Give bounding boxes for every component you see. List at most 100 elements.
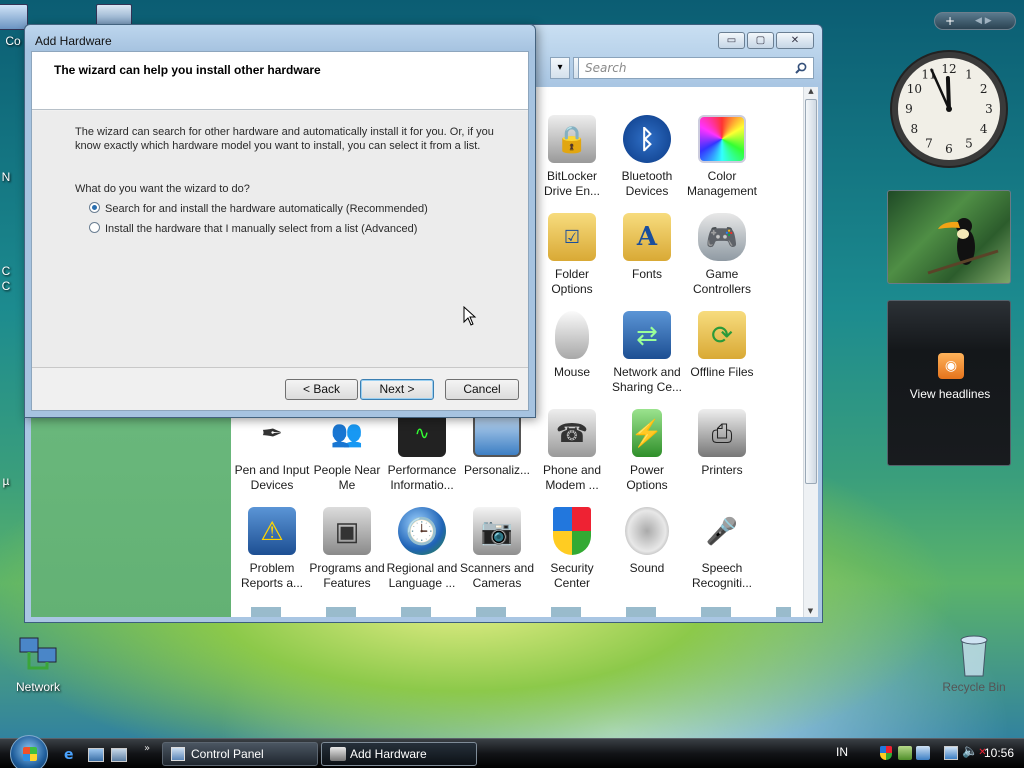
radio-button[interactable]	[89, 222, 100, 233]
view-headlines-link[interactable]: View headlines	[888, 387, 1012, 401]
network-tray-icon[interactable]	[944, 746, 958, 760]
mouse-icon	[555, 311, 589, 359]
cp-item-label: Mouse	[553, 365, 591, 379]
slideshow-gadget[interactable]	[887, 190, 1011, 284]
cp-item-label: Regional and Language ...	[386, 561, 458, 590]
taskbar-button-add-hardware[interactable]: Add Hardware	[321, 742, 477, 766]
address-dropdown-button[interactable]: ▾	[550, 57, 570, 79]
clock-number: 10	[907, 82, 922, 96]
feed-headlines-gadget[interactable]: ◉ View headlines	[887, 300, 1011, 466]
desktop-icon-partial[interactable]	[96, 4, 132, 26]
scrollbar-thumb[interactable]	[805, 99, 817, 484]
back-button[interactable]: < Back	[285, 379, 358, 400]
clock-number: 6	[945, 142, 953, 156]
clock-gadget[interactable]: 12 1234567891011	[888, 48, 1010, 170]
cp-item-label: Performance Informatio...	[387, 463, 457, 492]
taskbar: e » Control Panel Add Hardware IN 🔈✕ 10:…	[0, 735, 1024, 768]
scroll-up-icon[interactable]: ▲	[804, 87, 818, 95]
next-button[interactable]: Next >	[360, 379, 434, 400]
power-icon: ⚡	[631, 409, 663, 457]
cp-item-label: Personaliz...	[463, 463, 531, 477]
cp-item-label: Printers	[701, 463, 743, 477]
security-tray-icon[interactable]	[880, 746, 892, 760]
cp-item-label: Bluetooth Devices	[621, 169, 673, 198]
tray-icon-2[interactable]	[898, 746, 912, 760]
cp-item-label: BitLocker Drive En...	[543, 169, 600, 198]
radio-option-manual[interactable]: Install the hardware that I manually sel…	[89, 221, 417, 235]
tray-icon-3[interactable]	[916, 746, 930, 760]
desktop-icon-label: Co	[5, 34, 21, 48]
language-indicator[interactable]: IN	[836, 745, 848, 759]
quick-launch-ie-icon[interactable]: e	[64, 747, 80, 763]
cp-item-color-management[interactable]: Color Management	[684, 115, 760, 199]
radio-option-automatic[interactable]: Search for and install the hardware auto…	[89, 201, 428, 215]
cp-item-scanners-cameras[interactable]: 📷 Scanners and Cameras	[459, 507, 535, 591]
cp-item-game-controllers[interactable]: 🎮 Game Controllers	[684, 213, 760, 297]
volume-muted-icon[interactable]: 🔈✕	[962, 744, 987, 759]
microphone-icon: 🎤	[705, 515, 739, 546]
start-button[interactable]	[10, 735, 48, 768]
cp-item-label: Offline Files	[690, 365, 754, 379]
cp-item-label: People Near Me	[313, 463, 381, 492]
desktop-icon-recycle-bin[interactable]: Recycle Bin	[942, 632, 1006, 694]
regional-icon: 🕒	[398, 507, 446, 555]
vertical-scrollbar[interactable]: ▲ ▼	[803, 87, 818, 617]
cp-item-fonts[interactable]: A Fonts	[609, 213, 685, 282]
cp-item-phone-modem[interactable]: ☎ Phone and Modem ...	[534, 409, 610, 493]
desktop-icon-label: Recycle Bin	[942, 680, 1006, 694]
cp-item-speech-recognition[interactable]: 🎤 Speech Recogniti...	[684, 507, 760, 591]
rss-icon: ◉	[938, 353, 964, 379]
cp-item-network-sharing[interactable]: ⇄ Network and Sharing Ce...	[609, 311, 685, 395]
cp-item-mouse[interactable]: Mouse	[534, 311, 610, 380]
clock-number: 5	[965, 137, 973, 151]
radio-button-selected[interactable]	[89, 202, 100, 213]
phone-icon: ☎	[548, 409, 596, 457]
folder-options-icon: ☑	[548, 213, 596, 261]
sidebar-controls[interactable]: + ◀ ▶	[934, 12, 1016, 30]
cp-item-performance[interactable]: ∿ Performance Informatio...	[384, 409, 460, 493]
cp-item-people-near-me[interactable]: 👥 People Near Me	[309, 409, 385, 493]
clock-number: 2	[980, 82, 988, 96]
minimize-button[interactable]: ▭	[718, 32, 745, 49]
add-gadget-icon[interactable]: +	[945, 14, 955, 28]
desktop-icon-label: Network	[15, 680, 60, 694]
scroll-down-icon[interactable]: ▼	[804, 607, 817, 615]
desktop-icon-network[interactable]: Network	[6, 634, 70, 694]
wizard-question: What do you want the wizard to do?	[75, 183, 250, 195]
quick-launch-more-icon[interactable]: »	[144, 743, 150, 754]
clock-number: 7	[925, 137, 933, 151]
cp-item-label: Color Management	[686, 169, 758, 198]
cp-item-bluetooth[interactable]: ᛒ Bluetooth Devices	[609, 115, 685, 199]
control-panel-icon	[171, 747, 185, 761]
quick-launch-desktop-icon[interactable]	[88, 748, 104, 762]
cp-item-power-options[interactable]: ⚡ Power Options	[609, 409, 685, 493]
taskbar-button-label: Add Hardware	[350, 747, 427, 761]
cp-item-bitlocker[interactable]: 🔒 BitLocker Drive En...	[534, 115, 610, 199]
security-shield-icon	[553, 507, 591, 555]
cp-item-personalize[interactable]: Personaliz...	[459, 409, 535, 478]
radio-label: Search for and install the hardware auto…	[105, 203, 428, 215]
cp-item-label: Fonts	[631, 267, 662, 281]
cp-item-programs-features[interactable]: ▣ Programs and Features	[309, 507, 385, 591]
clock-time[interactable]: 10:56	[984, 746, 1014, 760]
cp-item-label: Scanners and Cameras	[459, 561, 535, 590]
cp-item-regional-language[interactable]: 🕒 Regional and Language ...	[384, 507, 460, 591]
cp-item-folder-options[interactable]: ☑ Folder Options	[534, 213, 610, 297]
cp-item-printers[interactable]: ⎙ Printers	[684, 409, 760, 478]
cp-item-offline-files[interactable]: ⟳ Offline Files	[684, 311, 760, 380]
close-button[interactable]: ✕	[776, 32, 814, 49]
cp-item-problem-reports[interactable]: ⚠ Problem Reports a...	[234, 507, 310, 591]
quick-launch-switch-icon[interactable]	[111, 748, 127, 762]
cp-item-sound[interactable]: Sound	[609, 507, 685, 576]
maximize-button[interactable]: ▢	[747, 32, 774, 49]
cancel-button[interactable]: Cancel	[445, 379, 519, 400]
cp-item-security-center[interactable]: Security Center	[534, 507, 610, 591]
add-hardware-dialog[interactable]: Add Hardware The wizard can help you ins…	[24, 24, 536, 418]
taskbar-button-control-panel[interactable]: Control Panel	[162, 742, 318, 766]
wizard-heading: The wizard can help you install other ha…	[54, 63, 321, 77]
cp-item-label: Problem Reports a...	[240, 561, 304, 590]
search-input[interactable]: Search	[578, 57, 814, 79]
cp-item-pen-input[interactable]: ✒ Pen and Input Devices	[234, 409, 310, 493]
sidebar-nav-arrows[interactable]: ◀ ▶	[975, 13, 992, 29]
clock-number: 1	[965, 67, 973, 81]
